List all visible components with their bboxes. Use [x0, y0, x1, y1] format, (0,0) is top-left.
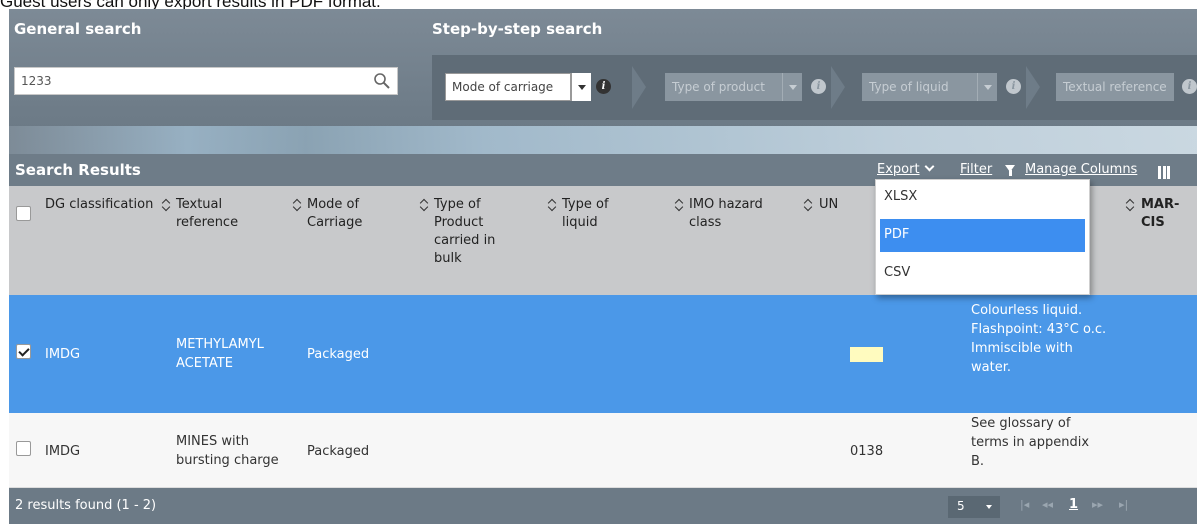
table-footer: 2 results found (1 - 2) 5 |◂ ◂◂ 1 ▸▸ ▸| — [9, 488, 1197, 524]
cell-dg-classification: IMDG — [45, 444, 81, 459]
sort-icon[interactable] — [293, 198, 301, 210]
sort-icon[interactable] — [804, 198, 812, 210]
sort-icon[interactable] — [420, 198, 428, 210]
info-icon[interactable]: i — [1006, 79, 1021, 94]
export-label: Export — [877, 162, 920, 177]
general-search-title: General search — [14, 20, 142, 38]
cell-textual-reference: MINES with bursting charge — [176, 434, 279, 468]
info-icon[interactable]: i — [1182, 79, 1197, 94]
app-window: General search Step-by-step search Mode … — [9, 9, 1197, 524]
filter-icon[interactable] — [1005, 165, 1015, 176]
next-page-icon[interactable]: ▸▸ — [1092, 498, 1103, 511]
page-number-current[interactable]: 1 — [1069, 497, 1078, 512]
step-search-title: Step-by-step search — [432, 20, 603, 38]
chevron-down-icon[interactable] — [782, 73, 802, 101]
column-header-type-of-product[interactable]: Type of Product carried in bulk — [434, 196, 514, 268]
step-separator — [632, 66, 646, 109]
row-checkbox[interactable] — [16, 344, 31, 359]
general-search-box[interactable] — [14, 67, 398, 95]
manage-columns-button[interactable]: Manage Columns — [1025, 162, 1137, 177]
sort-icon[interactable] — [1126, 198, 1134, 210]
type-of-product-select[interactable]: Type of product — [665, 73, 782, 101]
chevron-down-icon[interactable] — [571, 73, 591, 101]
last-page-icon[interactable]: ▸| — [1119, 498, 1128, 511]
column-header-mode-of-carriage[interactable]: Mode of Carriage — [307, 196, 387, 232]
export-option-xlsx[interactable]: XLSX — [880, 181, 1085, 214]
sort-icon[interactable] — [548, 198, 556, 210]
step-mode-of-carriage: Mode of carriage i — [445, 66, 645, 109]
column-header-type-of-liquid[interactable]: Type of liquid — [562, 196, 632, 232]
results-title: Search Results — [15, 161, 141, 179]
table-row[interactable]: IMDG MINES with bursting charge Packaged… — [9, 413, 1197, 488]
row-checkbox[interactable] — [16, 441, 31, 456]
column-header-dg-classification[interactable]: DG classification — [45, 196, 155, 214]
cell-description: See glossary of terms in appendix B. — [971, 416, 1090, 469]
banner-background — [9, 126, 1197, 154]
columns-icon[interactable] — [1158, 166, 1170, 179]
page-size-select[interactable]: 5 — [948, 496, 1000, 518]
type-of-liquid-select[interactable]: Type of liquid — [862, 73, 977, 101]
step-textual-reference: Textual reference i — [1056, 66, 1197, 109]
column-header-textual-reference[interactable]: Textual reference — [176, 196, 271, 232]
general-search-input[interactable] — [15, 68, 355, 94]
column-header-un[interactable]: UN — [819, 196, 859, 214]
step-separator — [1026, 66, 1040, 109]
previous-page-icon[interactable]: ◂◂ — [1042, 498, 1053, 511]
cell-mode-of-carriage: Packaged — [307, 347, 370, 362]
step-type-of-liquid: Type of liquid i — [862, 66, 1052, 109]
chevron-down-icon[interactable] — [977, 73, 997, 101]
export-button[interactable]: Export — [877, 161, 935, 177]
export-dropdown-menu: XLSX PDF CSV — [875, 179, 1090, 295]
filter-button[interactable]: Filter — [960, 162, 992, 177]
sort-icon[interactable] — [162, 198, 170, 210]
search-match-highlight: 1233 — [850, 347, 884, 362]
export-option-pdf[interactable]: PDF — [880, 219, 1085, 252]
chevron-down-icon — [986, 505, 992, 509]
cell-textual-reference: METHYLAMYL ACETATE — [176, 337, 264, 371]
step-type-of-product: Type of product i — [665, 66, 855, 109]
cell-un: 1233 — [850, 345, 884, 364]
table-row[interactable]: IMDG METHYLAMYL ACETATE Packaged 1233 Co… — [9, 295, 1197, 413]
results-count: 2 results found (1 - 2) — [15, 498, 157, 513]
step-separator — [831, 66, 845, 109]
column-header-imo-hazard-class[interactable]: IMO hazard class — [689, 196, 779, 232]
first-page-icon[interactable]: |◂ — [1020, 498, 1029, 511]
search-panel: General search Step-by-step search Mode … — [9, 9, 1197, 154]
search-icon[interactable] — [373, 72, 391, 90]
export-option-csv[interactable]: CSV — [880, 257, 1085, 290]
info-icon[interactable]: i — [596, 79, 611, 94]
step-search-bar: Mode of carriage i Type of product i Typ… — [432, 55, 1197, 120]
select-all-checkbox[interactable] — [16, 206, 31, 221]
sort-icon[interactable] — [675, 198, 683, 210]
cell-un: 0138 — [850, 444, 884, 459]
page-size-value: 5 — [957, 499, 965, 513]
mode-of-carriage-select[interactable]: Mode of carriage — [445, 73, 571, 101]
chevron-down-icon — [924, 161, 935, 172]
cell-mode-of-carriage: Packaged — [307, 444, 370, 459]
cell-dg-classification: IMDG — [45, 347, 81, 362]
column-header-mar-cis[interactable]: MAR-CIS — [1141, 196, 1197, 232]
info-icon[interactable]: i — [811, 79, 826, 94]
cell-description: Colourless liquid. Flashpoint: 43°C o.c.… — [971, 303, 1107, 375]
textual-reference-input[interactable]: Textual reference — [1056, 73, 1174, 101]
